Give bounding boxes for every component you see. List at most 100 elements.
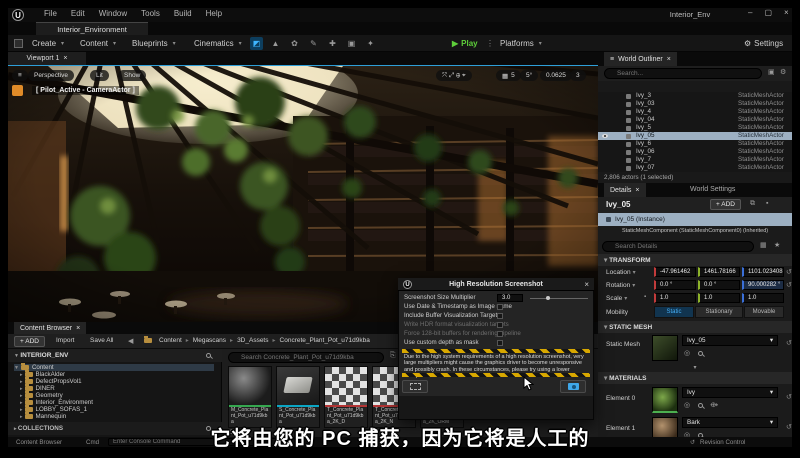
outliner-row[interactable]: Ivy_5StaticMeshActor xyxy=(598,124,792,132)
menu-build[interactable]: Build xyxy=(174,9,192,18)
cb-add-button[interactable]: + ADD xyxy=(14,336,45,347)
eye-icon[interactable] xyxy=(602,134,608,138)
crumb-content[interactable]: Content xyxy=(159,337,182,344)
mobility-static[interactable]: Static xyxy=(654,306,694,318)
search-icon[interactable] xyxy=(206,353,211,358)
scale-y-field[interactable]: 1.0 xyxy=(698,293,740,303)
landscape-mode-icon[interactable]: ▲ xyxy=(269,37,282,50)
menu-tools[interactable]: Tools xyxy=(141,9,160,18)
static-mesh-section[interactable]: STATIC MESH xyxy=(598,321,792,333)
outliner-row-selected[interactable]: Ivy_05StaticMeshActor xyxy=(598,132,792,140)
material-options-icon[interactable]: ⟴ xyxy=(710,401,718,409)
add-component-button[interactable]: + ADD xyxy=(710,199,741,210)
reset-mesh-icon[interactable]: ↺ xyxy=(786,339,792,347)
transform-tools[interactable]: ⤧ ⤢ ⊕ ⌖ xyxy=(436,70,472,81)
close-icon[interactable]: × xyxy=(76,325,80,332)
level-tab[interactable]: Interior_Environment xyxy=(36,22,148,35)
folder-row[interactable]: ▸Mannequin xyxy=(20,413,66,420)
close-icon[interactable]: × xyxy=(667,56,671,63)
element0-thumbnail[interactable] xyxy=(652,387,678,413)
settings-button[interactable]: ⚙ Settings xyxy=(744,39,783,48)
folder-row-root[interactable]: ▼Content xyxy=(14,364,214,371)
show-dropdown[interactable]: Show xyxy=(118,70,146,81)
animation-mode-icon[interactable]: ✦ xyxy=(364,37,377,50)
minimize-icon[interactable]: – xyxy=(748,8,752,17)
create-button[interactable]: Create xyxy=(32,39,64,48)
buffer-targets-checkbox[interactable] xyxy=(497,313,503,319)
custom-depth-checkbox[interactable] xyxy=(497,340,503,346)
expand-icon[interactable]: ⧉ xyxy=(750,200,755,208)
details-search-input[interactable] xyxy=(602,241,754,252)
location-x-field[interactable]: -47.961462 xyxy=(654,267,696,277)
world-settings-tab[interactable]: World Settings xyxy=(690,186,735,193)
rotation-z-field[interactable]: 90.000282 ° xyxy=(742,280,784,290)
reset-element0-icon[interactable]: ↺ xyxy=(786,393,792,401)
capture-button[interactable] xyxy=(560,380,586,393)
crumb-megascans[interactable]: Megascans xyxy=(193,337,226,344)
location-label[interactable]: Location xyxy=(606,269,636,276)
outliner-row[interactable]: Ivy_3StaticMeshActor xyxy=(598,92,792,100)
menu-file[interactable]: File xyxy=(44,9,57,18)
mesh-paint-mode-icon[interactable]: ✎ xyxy=(307,37,320,50)
mobility-stationary[interactable]: Stationary xyxy=(695,306,743,318)
scale-z-field[interactable]: 1.0 xyxy=(742,293,784,303)
scroll-chevron-icon[interactable]: ▾ xyxy=(598,364,792,371)
capture-region-button[interactable] xyxy=(402,380,428,393)
brush-edit-mode-icon[interactable]: ▣ xyxy=(345,37,358,50)
select-mode-icon[interactable]: ◩ xyxy=(250,37,263,50)
crumb-3dassets[interactable]: 3D_Assets xyxy=(237,337,268,344)
rotation-snap-toggle[interactable]: 5° xyxy=(520,70,538,81)
rotation-label[interactable]: Rotation xyxy=(606,282,635,289)
back-icon[interactable]: ◀ xyxy=(128,337,133,345)
multiplier-field[interactable]: 3.0 xyxy=(497,294,523,302)
play-button[interactable]: ▶ Play xyxy=(452,39,478,48)
save-filter-icon[interactable]: ⎘ xyxy=(390,352,396,360)
grid-view-icon[interactable]: ▦ xyxy=(760,241,767,249)
instance-row[interactable]: Ivy_05 (Instance) xyxy=(598,213,792,226)
outliner-settings-icon[interactable]: ⚙ xyxy=(780,68,786,76)
dialog-titlebar[interactable]: U High Resolution Screenshot × xyxy=(398,278,594,291)
outliner-tab[interactable]: ≡World Outliner× xyxy=(604,52,677,66)
date-timestamp-checkbox[interactable] xyxy=(497,304,503,310)
blueprints-button[interactable]: Blueprints xyxy=(132,39,176,48)
location-y-field[interactable]: 1461.78166 xyxy=(698,267,740,277)
scale-snap-toggle[interactable]: 0.0625 xyxy=(540,70,572,81)
crumb-asset[interactable]: Concrete_Plant_Pot_u71d9kba xyxy=(280,337,370,344)
outliner-search-input[interactable] xyxy=(604,68,762,79)
rotation-x-field[interactable]: 0.0 ° xyxy=(654,280,696,290)
viewport-tab[interactable]: Viewport 1× xyxy=(8,52,86,65)
transform-section[interactable]: TRANSFORM xyxy=(598,254,792,266)
content-button[interactable]: Content xyxy=(80,39,116,48)
lock-icon[interactable]: ▪ xyxy=(766,200,768,207)
close-icon[interactable]: × xyxy=(635,187,639,194)
menu-window[interactable]: Window xyxy=(99,9,127,18)
location-z-field[interactable]: 1101.023408 xyxy=(742,267,784,277)
close-icon[interactable]: × xyxy=(63,55,67,62)
outliner-row[interactable]: Ivy_6StaticMeshActor xyxy=(598,140,792,148)
browse-to-asset-icon[interactable]: ◎ xyxy=(684,349,690,357)
save-all-button[interactable]: Save All xyxy=(90,337,114,344)
viewport-menu-icon[interactable]: ≡ xyxy=(12,70,28,81)
element0-combo[interactable]: Ivy▾ xyxy=(682,387,778,398)
content-browser-tab[interactable]: Content Browser× xyxy=(14,322,86,334)
component-row[interactable]: StaticMeshComponent (StaticMeshComponent… xyxy=(622,228,768,234)
grid-snap-toggle[interactable]: ▦5 xyxy=(496,70,521,81)
menu-help[interactable]: Help xyxy=(206,9,222,18)
folder-row[interactable]: ▸Interior_Environment xyxy=(20,399,93,406)
favorites-star-icon[interactable]: ★ xyxy=(774,241,780,249)
asset-tile-static-mesh[interactable]: S_Concrete_Plant_Pot_u71d9kba xyxy=(276,366,320,428)
close-icon[interactable]: × xyxy=(584,280,589,289)
camera-speed[interactable]: 3 xyxy=(570,70,586,81)
scale-label[interactable]: Scale xyxy=(606,295,627,302)
asset-tile-texture[interactable]: T_Concrete_Plant_Pot_u71d9kba_2K_D xyxy=(324,366,368,428)
foliage-mode-icon[interactable]: ✿ xyxy=(288,37,301,50)
outliner-row[interactable]: Ivy_03StaticMeshActor xyxy=(598,100,792,108)
mobility-movable[interactable]: Movable xyxy=(744,306,784,318)
save-icon[interactable] xyxy=(14,39,23,48)
new-folder-icon[interactable]: ▣ xyxy=(768,68,775,76)
asset-tile-material[interactable]: M_Concrete_Plant_Pot_u71d9kba xyxy=(228,366,272,428)
close-icon[interactable]: × xyxy=(784,8,789,17)
outliner-row[interactable]: Ivy_4StaticMeshActor xyxy=(598,108,792,116)
find-in-browser-icon[interactable] xyxy=(698,403,703,408)
pilot-camera-icon[interactable] xyxy=(12,85,23,96)
